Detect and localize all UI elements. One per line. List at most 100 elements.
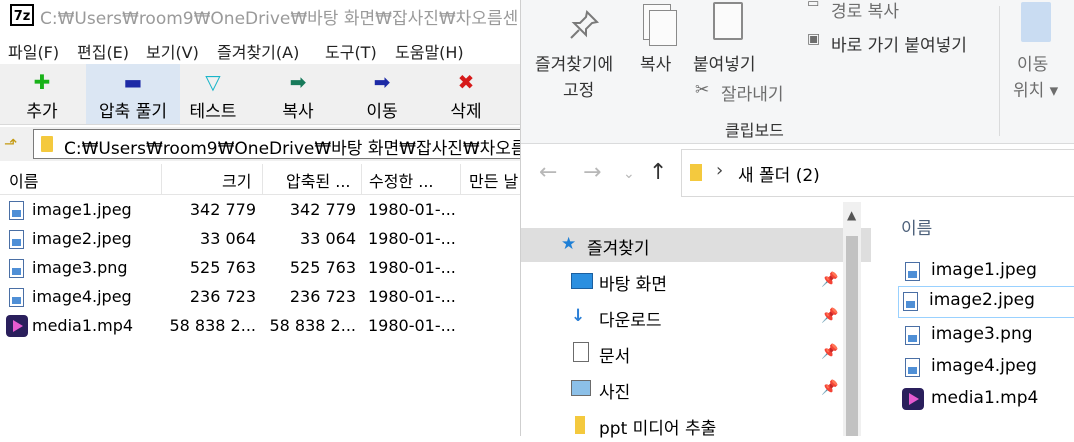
address-bar: ⬏ C:₩Users₩room9₩OneDrive₩바탕 화면₩잡사진₩차오름 — [0, 127, 520, 161]
copy-button[interactable]: ➡ 복사 — [264, 64, 332, 124]
paste-shortcut-button[interactable]: ▣ 바로 가기 붙여넣기 — [803, 28, 1003, 56]
clipboard-icon — [713, 2, 743, 40]
nav-item-pictures[interactable]: 사진 📌 — [521, 372, 871, 406]
file-name: image1.jpeg — [931, 260, 1037, 280]
nav-item-label: 문서 — [599, 347, 631, 367]
list-item[interactable]: image1.jpeg — [901, 257, 1074, 287]
move-to-button[interactable]: 이동 위치 ▾ — [1005, 0, 1074, 104]
delete-x-icon: ✖ — [457, 70, 475, 94]
column-created[interactable]: 만든 날 — [469, 168, 518, 192]
list-item[interactable]: media1.mp4 — [901, 385, 1074, 415]
nav-item-desktop[interactable]: 바탕 화면 📌 — [521, 264, 871, 298]
video-file-icon — [6, 315, 28, 337]
scrollbar-thumb[interactable] — [846, 236, 858, 436]
pin-quick-access-button[interactable]: 즐겨찾기에 고정 — [527, 0, 627, 104]
column-divider[interactable] — [361, 164, 362, 194]
nav-item-documents[interactable]: 문서 📌 — [521, 336, 871, 370]
breadcrumb-folder[interactable]: 새 폴더 (2) — [738, 161, 820, 186]
copy-path-button[interactable]: ▭ 경로 복사 — [803, 0, 953, 24]
file-size: 58 838 2... — [169, 316, 256, 335]
extract-button[interactable]: ▬ 압축 풀기 — [86, 64, 180, 124]
pin-icon[interactable]: 📌 — [821, 344, 838, 360]
column-divider[interactable] — [262, 164, 263, 194]
video-file-icon — [902, 388, 924, 410]
forward-arrow-icon[interactable]: → — [583, 160, 601, 185]
address-input[interactable]: C:₩Users₩room9₩OneDrive₩바탕 화면₩잡사진₩차오름 — [33, 129, 520, 159]
menu-edit[interactable]: 편집(E) — [77, 39, 129, 63]
column-name[interactable]: 이름 — [9, 168, 38, 192]
pictures-icon — [571, 380, 591, 396]
back-arrow-icon[interactable]: ← — [539, 160, 557, 185]
move-button[interactable]: ➡ 이동 — [348, 64, 416, 124]
column-modified[interactable]: 수정한 ... — [369, 168, 434, 192]
pin-icon[interactable]: 📌 — [821, 272, 838, 288]
list-item[interactable]: image4.jpeg — [901, 353, 1074, 383]
table-row[interactable]: image1.jpeg 342 779 342 779 1980-01-... — [0, 196, 520, 225]
download-icon: ↓ — [571, 306, 586, 326]
file-name: image3.png — [32, 258, 128, 277]
cut-button[interactable]: ✂ 잘라내기 — [695, 78, 805, 106]
delete-button[interactable]: ✖ 삭제 — [432, 64, 500, 124]
move-to-label-2: 위치 ▾ — [1013, 81, 1059, 101]
nav-item-label: 즐겨찾기 — [587, 239, 650, 259]
column-divider[interactable] — [460, 164, 461, 194]
ribbon-copy-button[interactable]: 복사 — [633, 0, 681, 80]
pin-icon — [570, 9, 600, 39]
table-row[interactable]: image3.png 525 763 525 763 1980-01-... — [0, 254, 520, 283]
menu-file[interactable]: 파일(F) — [8, 39, 59, 63]
clipboard-group-label: 클립보드 — [725, 121, 784, 140]
test-button[interactable]: ▽ 테스트 — [180, 64, 246, 124]
add-button-label: 추가 — [26, 102, 58, 122]
table-row[interactable]: image4.jpeg 236 723 236 723 1980-01-... — [0, 283, 520, 312]
nav-item-label: ppt 미디어 추출 — [599, 419, 717, 439]
folder-icon — [41, 136, 53, 152]
column-name[interactable]: 이름 — [901, 214, 932, 239]
menu-help[interactable]: 도움말(H) — [395, 39, 464, 63]
document-icon — [573, 342, 589, 362]
column-divider[interactable] — [161, 164, 162, 194]
paste-button[interactable]: 붙여넣기 — [691, 0, 771, 80]
ribbon-copy-label: 복사 — [640, 55, 672, 75]
pin-label-1: 즐겨찾기에 — [535, 55, 614, 75]
up-folder-icon[interactable]: ⬏ — [4, 134, 20, 153]
nav-scrollbar[interactable]: ▲ — [843, 202, 861, 436]
breadcrumb[interactable]: › 새 폴더 (2) — [681, 149, 1074, 197]
explorer-window: 즐겨찾기에 고정 복사 붙여넣기 ✂ 잘라내기 ▭ 경로 복사 ▣ 바로 가기 … — [520, 0, 1074, 439]
shortcut-icon: ▣ — [807, 31, 821, 47]
file-name: image4.jpeg — [931, 356, 1037, 376]
nav-item-quick-access[interactable]: ★ 즐겨찾기 — [521, 228, 871, 262]
list-item[interactable]: image3.png — [901, 321, 1074, 351]
cut-label: 잘라내기 — [721, 85, 784, 105]
table-row[interactable]: image2.jpeg 33 064 33 064 1980-01-... — [0, 225, 520, 254]
scissors-icon: ✂ — [695, 80, 710, 100]
folder-icon — [690, 164, 702, 181]
pin-icon[interactable]: 📌 — [821, 308, 838, 324]
column-packed[interactable]: 압축된 ... — [286, 168, 351, 192]
table-row[interactable]: media1.mp4 58 838 2... 58 838 2... 1980-… — [0, 312, 520, 341]
minus-icon: ▬ — [123, 70, 143, 94]
copy-button-label: 복사 — [282, 102, 314, 122]
address-path: C:₩Users₩room9₩OneDrive₩바탕 화면₩잡사진₩차오름 — [64, 139, 520, 159]
navigation-pane: ★ 즐겨찾기 바탕 화면 📌 ↓ 다운로드 📌 문서 📌 사진 📌 ppt 미디… — [521, 202, 871, 439]
nav-item-folder[interactable]: ppt 미디어 추출 — [521, 408, 871, 442]
file-name: image1.jpeg — [32, 200, 132, 219]
file-modified: 1980-01-... — [368, 229, 456, 248]
add-button[interactable]: ✚ 추가 — [8, 64, 76, 124]
recent-dropdown-icon[interactable]: ⌄ — [623, 166, 635, 182]
pin-icon[interactable]: 📌 — [821, 380, 838, 396]
menu-favorites[interactable]: 즐겨찾기(A) — [217, 39, 299, 63]
file-size: 525 763 — [189, 258, 256, 277]
chevron-right-icon[interactable]: › — [716, 160, 723, 181]
image-file-icon — [9, 288, 24, 307]
up-arrow-icon[interactable]: ↑ — [649, 160, 667, 185]
nav-item-downloads[interactable]: ↓ 다운로드 📌 — [521, 300, 871, 334]
file-packed-size: 236 723 — [289, 287, 356, 306]
star-icon: ★ — [561, 234, 577, 254]
column-size[interactable]: 크기 — [222, 168, 251, 192]
menu-tools[interactable]: 도구(T) — [325, 39, 377, 63]
pin-label-2: 고정 — [563, 81, 595, 101]
menu-view[interactable]: 보기(V) — [146, 39, 199, 63]
scroll-up-icon[interactable]: ▲ — [847, 208, 856, 222]
file-modified: 1980-01-... — [368, 316, 456, 335]
list-item-selected[interactable]: image2.jpeg — [898, 286, 1074, 318]
